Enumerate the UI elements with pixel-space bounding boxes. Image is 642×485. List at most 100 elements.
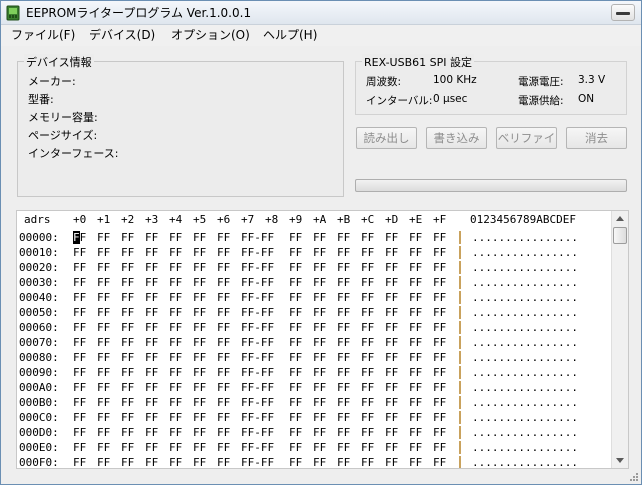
hex-byte[interactable]: FF bbox=[409, 350, 422, 365]
hex-byte[interactable]: FF bbox=[121, 440, 134, 455]
hex-byte[interactable]: FF bbox=[121, 275, 134, 290]
hex-byte[interactable]: FF bbox=[145, 380, 158, 395]
hex-byte[interactable]: FF bbox=[433, 290, 446, 305]
hex-byte[interactable]: FF bbox=[385, 260, 398, 275]
hex-byte[interactable]: FF bbox=[289, 260, 302, 275]
hex-byte[interactable]: FF-FF bbox=[241, 275, 274, 290]
hex-byte[interactable]: FF bbox=[73, 290, 86, 305]
hex-byte[interactable]: FF bbox=[169, 320, 182, 335]
hex-byte[interactable]: FF bbox=[169, 440, 182, 455]
hex-byte[interactable]: FF bbox=[193, 380, 206, 395]
hex-byte[interactable]: FF bbox=[145, 245, 158, 260]
hex-byte[interactable]: FF bbox=[217, 410, 230, 425]
hex-byte[interactable]: FF bbox=[385, 350, 398, 365]
hex-byte[interactable]: FF bbox=[289, 305, 302, 320]
hex-byte[interactable]: FF bbox=[361, 425, 374, 440]
hex-byte[interactable]: FF-FF bbox=[241, 290, 274, 305]
hex-byte[interactable]: FF bbox=[73, 440, 86, 455]
hex-byte[interactable]: FF bbox=[337, 410, 350, 425]
hex-byte[interactable]: FF bbox=[289, 380, 302, 395]
hex-byte[interactable]: FF bbox=[337, 425, 350, 440]
hex-byte[interactable]: FF bbox=[169, 275, 182, 290]
hex-byte[interactable]: FF bbox=[433, 455, 446, 468]
hex-byte[interactable]: FF bbox=[361, 455, 374, 468]
hex-byte[interactable]: FF bbox=[169, 380, 182, 395]
menu-help[interactable]: ヘルプ(H) bbox=[261, 27, 319, 44]
hex-byte[interactable]: FF bbox=[409, 335, 422, 350]
hex-byte[interactable]: FF bbox=[217, 275, 230, 290]
hex-byte[interactable]: FF bbox=[169, 245, 182, 260]
hex-row[interactable]: 00090: FF FF FF FF FF FF FF FF-FF FF FF FF FF FF FF FF.… bbox=[17, 365, 612, 380]
hex-byte[interactable]: FF bbox=[361, 275, 374, 290]
hex-byte[interactable]: FF bbox=[433, 260, 446, 275]
hex-byte[interactable]: FF bbox=[433, 410, 446, 425]
hex-byte[interactable]: FF bbox=[169, 350, 182, 365]
hex-byte[interactable]: FF bbox=[337, 320, 350, 335]
hex-byte[interactable]: FF bbox=[217, 380, 230, 395]
hex-byte[interactable]: FF bbox=[73, 275, 86, 290]
hex-byte[interactable]: FF bbox=[337, 395, 350, 410]
hex-byte[interactable]: FF bbox=[409, 455, 422, 468]
hex-byte[interactable]: FF bbox=[169, 230, 182, 245]
verify-button[interactable]: ベリファイ bbox=[496, 127, 557, 149]
hex-byte[interactable]: FF bbox=[289, 440, 302, 455]
hex-byte[interactable]: FF bbox=[97, 395, 110, 410]
hex-byte[interactable]: FF bbox=[385, 335, 398, 350]
hex-byte[interactable]: FF bbox=[289, 365, 302, 380]
hex-row[interactable]: 000D0: FF FF FF FF FF FF FF FF-FF FF FF FF FF FF FF FF.… bbox=[17, 425, 612, 440]
hex-byte[interactable]: FF bbox=[121, 425, 134, 440]
hex-byte[interactable]: FF bbox=[409, 245, 422, 260]
hex-byte[interactable]: FF bbox=[97, 260, 110, 275]
hex-byte[interactable]: FF bbox=[409, 230, 422, 245]
hex-row[interactable]: 000E0: FF FF FF FF FF FF FF FF-FF FF FF FF FF FF FF FF.… bbox=[17, 440, 612, 455]
hex-byte[interactable]: FF-FF bbox=[241, 320, 274, 335]
hex-byte[interactable]: FF bbox=[433, 320, 446, 335]
hex-byte[interactable]: FF-FF bbox=[241, 425, 274, 440]
hex-byte[interactable]: FF bbox=[73, 395, 86, 410]
hex-byte[interactable]: FF bbox=[313, 290, 326, 305]
hex-row[interactable]: 000C0: FF FF FF FF FF FF FF FF-FF FF FF FF FF FF FF FF.… bbox=[17, 410, 612, 425]
hex-byte[interactable]: FF bbox=[193, 350, 206, 365]
hex-byte[interactable]: FF bbox=[337, 335, 350, 350]
hex-byte[interactable]: FF bbox=[337, 275, 350, 290]
hex-byte[interactable]: FF bbox=[97, 425, 110, 440]
hex-byte[interactable]: FF bbox=[145, 305, 158, 320]
hex-byte[interactable]: FF bbox=[337, 260, 350, 275]
hex-byte[interactable]: FF bbox=[313, 410, 326, 425]
hex-byte[interactable]: FF bbox=[169, 260, 182, 275]
hex-byte[interactable]: FF bbox=[361, 395, 374, 410]
hex-byte[interactable]: FF bbox=[289, 350, 302, 365]
hex-row[interactable]: 00030: FF FF FF FF FF FF FF FF-FF FF FF FF FF FF FF FF.… bbox=[17, 275, 612, 290]
hex-byte[interactable]: FF bbox=[289, 245, 302, 260]
hex-byte[interactable]: FF bbox=[97, 230, 110, 245]
hex-byte[interactable]: FF bbox=[409, 290, 422, 305]
hex-byte[interactable]: FF bbox=[121, 395, 134, 410]
hex-byte[interactable]: FF bbox=[73, 410, 86, 425]
hex-byte[interactable]: FF bbox=[361, 290, 374, 305]
hex-row[interactable]: 000B0: FF FF FF FF FF FF FF FF-FF FF FF FF FF FF FF FF.… bbox=[17, 395, 612, 410]
hex-byte[interactable]: FF bbox=[193, 440, 206, 455]
hex-byte[interactable]: FF bbox=[385, 440, 398, 455]
hex-byte[interactable]: FF bbox=[433, 350, 446, 365]
hex-byte[interactable]: FF bbox=[193, 290, 206, 305]
hex-row[interactable]: 00040: FF FF FF FF FF FF FF FF-FF FF FF FF FF FF FF FF.… bbox=[17, 290, 612, 305]
scroll-up-icon[interactable] bbox=[616, 216, 624, 221]
hex-byte[interactable]: FF-FF bbox=[241, 380, 274, 395]
hex-byte[interactable]: FF bbox=[361, 365, 374, 380]
hex-byte[interactable]: FF bbox=[361, 410, 374, 425]
hex-byte[interactable]: FF bbox=[169, 395, 182, 410]
hex-byte[interactable]: FF bbox=[361, 335, 374, 350]
hex-byte[interactable]: FF bbox=[217, 395, 230, 410]
hex-byte[interactable]: FF bbox=[385, 320, 398, 335]
hex-byte[interactable]: FF bbox=[73, 380, 86, 395]
hex-byte[interactable]: FF bbox=[145, 455, 158, 468]
hex-byte[interactable]: FF bbox=[193, 320, 206, 335]
scroll-thumb[interactable] bbox=[613, 227, 627, 244]
hex-byte[interactable]: FF bbox=[169, 425, 182, 440]
hex-byte[interactable]: FF bbox=[97, 350, 110, 365]
hex-byte[interactable]: FF bbox=[361, 245, 374, 260]
hex-byte[interactable]: FF bbox=[361, 305, 374, 320]
hex-byte[interactable]: FF bbox=[193, 260, 206, 275]
hex-byte[interactable]: FF bbox=[313, 425, 326, 440]
hex-byte[interactable]: FF bbox=[97, 335, 110, 350]
